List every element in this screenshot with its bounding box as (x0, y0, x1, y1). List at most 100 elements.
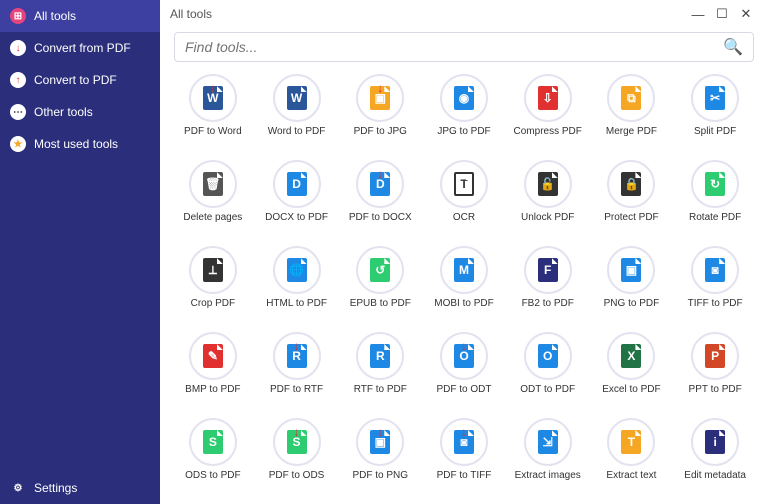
tool-icon: 🔓 (524, 160, 572, 208)
tool-label: Extract text (606, 470, 656, 481)
tool-ppt-to-pdf[interactable]: PPPT to PDF (676, 332, 754, 410)
tool-compress-pdf[interactable]: ⇩Compress PDF (509, 74, 587, 152)
sidebar-item-0[interactable]: ⊞ All tools (0, 0, 160, 32)
tool-icon: i (691, 418, 739, 466)
tool-icon: ↻ (691, 160, 739, 208)
tool-crop-pdf[interactable]: ⟂Crop PDF (174, 246, 252, 324)
tool-pdf-to-odt[interactable]: O↓PDF to ODT (425, 332, 503, 410)
tool-edit-metadata[interactable]: iEdit metadata (676, 418, 754, 496)
tool-label: Extract images (515, 470, 581, 481)
tool-icon: S (189, 418, 237, 466)
tool-label: Protect PDF (604, 212, 658, 223)
tool-icon: ↺ (356, 246, 404, 294)
tool-pdf-to-ods[interactable]: S↓PDF to ODS (258, 418, 336, 496)
tool-extract-text[interactable]: T Extract text (593, 418, 671, 496)
tool-label: PDF to Word (184, 126, 242, 137)
tool-pdf-to-word[interactable]: W↓ PDF to Word (174, 74, 252, 152)
sidebar-item-1[interactable]: ↓ Convert from PDF (0, 32, 160, 64)
tool-unlock-pdf[interactable]: 🔓 Unlock PDF (509, 160, 587, 238)
tool-protect-pdf[interactable]: 🔒Protect PDF (593, 160, 671, 238)
tool-pdf-to-png[interactable]: ▣↓ PDF to PNG (341, 418, 419, 496)
download-arrow-icon: ↓ (461, 339, 467, 353)
tool-excel-to-pdf[interactable]: XExcel to PDF (593, 332, 671, 410)
tool-odt-to-pdf[interactable]: OODT to PDF (509, 332, 587, 410)
tool-label: OCR (453, 212, 475, 223)
tool-pdf-to-rtf[interactable]: R↓PDF to RTF (258, 332, 336, 410)
tool-png-to-pdf[interactable]: ▣PNG to PDF (593, 246, 671, 324)
tool-html-to-pdf[interactable]: 🌐 HTML to PDF (258, 246, 336, 324)
tool-rotate-pdf[interactable]: ↻ Rotate PDF (676, 160, 754, 238)
sidebar-settings[interactable]: ⚙ Settings (0, 472, 160, 504)
tool-icon: R (356, 332, 404, 380)
sidebar-label-2: Convert to PDF (34, 73, 117, 87)
minimize-button[interactable]: — (686, 7, 710, 22)
sidebar-label-4: Most used tools (34, 137, 118, 151)
tool-label: Word to PDF (268, 126, 326, 137)
sidebar-icon-1: ↓ (10, 40, 26, 56)
close-button[interactable]: ✕ (734, 6, 758, 22)
maximize-button[interactable]: ☐ (710, 6, 734, 22)
tool-label: MOBI to PDF (434, 298, 493, 309)
tool-label: Unlock PDF (521, 212, 574, 223)
sidebar-label-0: All tools (34, 9, 76, 23)
tool-icon: ✂ (691, 74, 739, 122)
tool-icon: ▣ (607, 246, 655, 294)
tool-docx-to-pdf[interactable]: DDOCX to PDF (258, 160, 336, 238)
tool-jpg-to-pdf[interactable]: ◉JPG to PDF (425, 74, 503, 152)
tool-delete-pages[interactable]: 🗑Delete pages (174, 160, 252, 238)
gear-icon: ⚙ (10, 480, 26, 496)
tool-icon: T (440, 160, 488, 208)
tool-epub-to-pdf[interactable]: ↺ EPUB to PDF (341, 246, 419, 324)
tool-icon: ✎ (189, 332, 237, 380)
tool-split-pdf[interactable]: ✂ Split PDF (676, 74, 754, 152)
tool-label: RTF to PDF (354, 384, 407, 395)
sidebar-settings-label: Settings (34, 481, 77, 495)
tool-merge-pdf[interactable]: ⧉Merge PDF (593, 74, 671, 152)
sidebar-label-1: Convert from PDF (34, 41, 131, 55)
tool-icon: ▣↓ (356, 418, 404, 466)
tool-ocr[interactable]: T OCR (425, 160, 503, 238)
tool-label: ODS to PDF (185, 470, 241, 481)
sidebar-item-2[interactable]: ↑Convert to PDF (0, 64, 160, 96)
tool-icon: ⧉ (607, 74, 655, 122)
tool-label: PDF to DOCX (349, 212, 412, 223)
search-input[interactable] (185, 39, 723, 55)
search-container: 🔍 (174, 32, 754, 62)
tool-label: Rotate PDF (689, 212, 741, 223)
tool-tiff-to-pdf[interactable]: ◙TIFF to PDF (676, 246, 754, 324)
download-arrow-icon: ↓ (210, 81, 216, 95)
tool-icon: W↓ (189, 74, 237, 122)
tool-fb2-to-pdf[interactable]: FFB2 to PDF (509, 246, 587, 324)
tool-icon: F (524, 246, 572, 294)
sidebar-item-3[interactable]: ⋯ Other tools (0, 96, 160, 128)
tool-icon: ⇩ (524, 74, 572, 122)
sidebar-item-4[interactable]: ★Most used tools (0, 128, 160, 160)
tool-mobi-to-pdf[interactable]: MMOBI to PDF (425, 246, 503, 324)
tool-pdf-to-docx[interactable]: D↓PDF to DOCX (341, 160, 419, 238)
main-panel: All tools — ☐ ✕ 🔍 W↓ PDF to Word W Word to … (160, 0, 768, 504)
tool-label: JPG to PDF (437, 126, 490, 137)
tool-bmp-to-pdf[interactable]: ✎BMP to PDF (174, 332, 252, 410)
sidebar-icon-0: ⊞ (10, 8, 26, 24)
tool-icon: T (607, 418, 655, 466)
tool-label: TIFF to PDF (688, 298, 743, 309)
tool-rtf-to-pdf[interactable]: R RTF to PDF (341, 332, 419, 410)
tool-icon: S↓ (273, 418, 321, 466)
tool-icon: 🌐 (273, 246, 321, 294)
tool-label: Split PDF (694, 126, 736, 137)
tool-ods-to-pdf[interactable]: S ODS to PDF (174, 418, 252, 496)
tool-word-to-pdf[interactable]: W Word to PDF (258, 74, 336, 152)
tool-label: EPUB to PDF (350, 298, 411, 309)
titlebar: All tools — ☐ ✕ (160, 0, 768, 28)
tool-label: PDF to PNG (352, 470, 408, 481)
tool-label: PDF to JPG (354, 126, 407, 137)
sidebar-icon-3: ⋯ (10, 104, 26, 120)
tool-pdf-to-jpg[interactable]: ▣↓PDF to JPG (341, 74, 419, 152)
tool-label: HTML to PDF (266, 298, 327, 309)
search-icon[interactable]: 🔍 (723, 37, 743, 57)
download-arrow-icon: ↓ (461, 425, 467, 439)
tool-pdf-to-tiff[interactable]: ◙↓PDF to TIFF (425, 418, 503, 496)
tool-icon: W (273, 74, 321, 122)
sidebar-label-3: Other tools (34, 105, 93, 119)
tool-extract-images[interactable]: ⇲Extract images (509, 418, 587, 496)
